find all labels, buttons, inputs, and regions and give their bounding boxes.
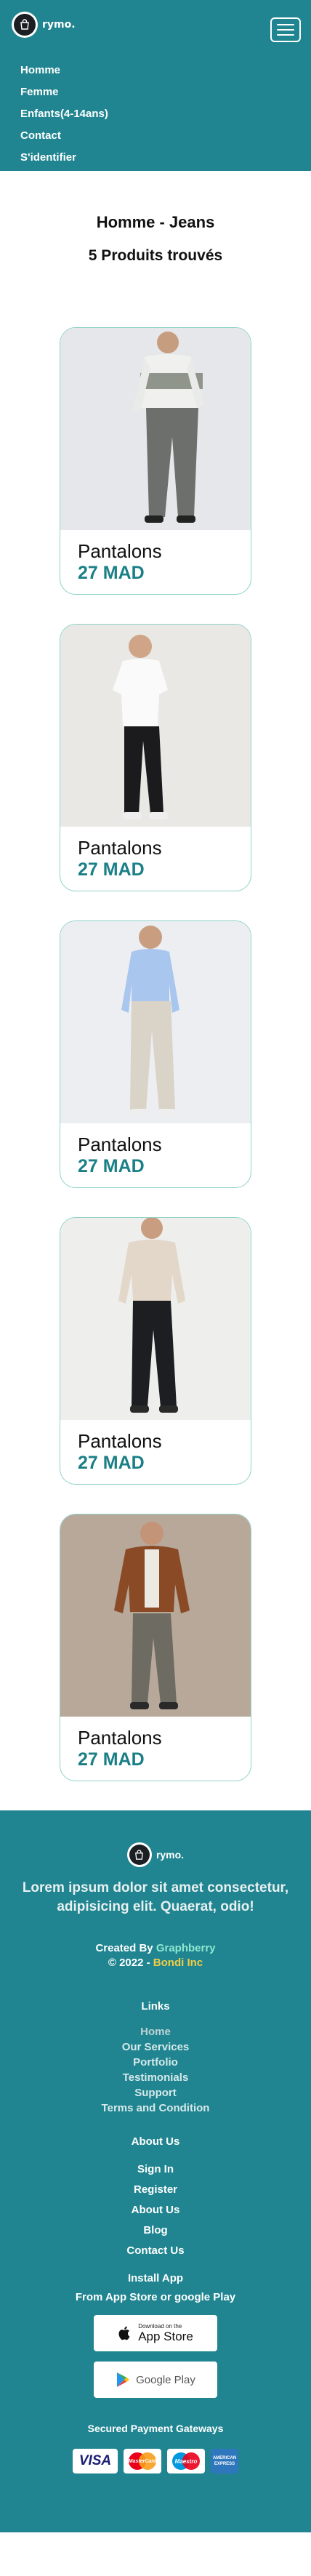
product-card[interactable]: Pantalons 27 MAD — [60, 1514, 251, 1781]
product-price: 27 MAD — [78, 1156, 145, 1176]
install-heading: Install App — [127, 2272, 184, 2284]
about-heading: About Us — [131, 2135, 180, 2148]
product-price: 27 MAD — [78, 859, 145, 880]
footer-link-contact[interactable]: Contact Us — [0, 2241, 311, 2261]
google-play-button[interactable]: Google Play — [94, 2362, 217, 2398]
product-price: 27 MAD — [78, 563, 145, 583]
footer-brand-name: rymo. — [156, 1849, 185, 1861]
google-play-label: Google Play — [136, 2373, 195, 2386]
product-name: Pantalons — [78, 837, 162, 859]
product-info: Pantalons 27 MAD — [60, 1717, 251, 1770]
app-store-button[interactable]: Download on the App Store — [94, 2315, 217, 2351]
payment-methods: VISA MasterCard Maestro AMERICAN EXPRESS — [0, 2449, 311, 2473]
app-store-small: Download on the — [138, 2323, 182, 2330]
product-info: Pantalons 27 MAD — [60, 1420, 251, 1474]
google-play-icon — [117, 2372, 130, 2387]
shopping-bag-icon — [126, 1842, 152, 1867]
product-card[interactable]: Pantalons 27 MAD — [60, 624, 251, 891]
copyright-label: © 2022 - — [108, 1957, 150, 1969]
footer-link-signin[interactable]: Sign In — [0, 2159, 311, 2180]
amex-label: AMERICAN EXPRESS — [212, 2456, 237, 2466]
amex-icon: AMERICAN EXPRESS — [211, 2449, 238, 2473]
shopping-bag-icon — [12, 12, 38, 38]
nav-link-enfants[interactable]: Enfants(4-14ans) — [20, 103, 108, 125]
footer-link-terms[interactable]: Terms and Condition — [0, 2100, 311, 2116]
site-footer: rymo. Lorem ipsum dolor sit amet consect… — [0, 1810, 311, 2532]
apple-icon — [118, 2326, 130, 2340]
product-listing: Homme - Jeans 5 Produits trouvés Pantalo… — [0, 171, 311, 1781]
brand-logo[interactable]: rymo. — [12, 12, 76, 38]
footer-description: Lorem ipsum dolor sit amet consectetur, … — [22, 1880, 289, 1914]
category-title: Homme - Jeans — [96, 213, 215, 231]
product-price: 27 MAD — [78, 1749, 145, 1770]
visa-icon: VISA — [73, 2449, 118, 2473]
nav-link-femme[interactable]: Femme — [20, 81, 108, 103]
app-store-label: App Store — [138, 2330, 193, 2343]
product-image — [60, 1514, 251, 1717]
hamburger-icon — [277, 24, 294, 25]
product-count: 5 Produits trouvés — [88, 247, 223, 264]
product-info: Pantalons 27 MAD — [60, 530, 251, 584]
nav-link-login[interactable]: S'identifier — [20, 147, 108, 169]
footer-link-register[interactable]: Register — [0, 2180, 311, 2200]
product-name: Pantalons — [78, 540, 162, 562]
product-grid: Pantalons 27 MAD Pantalons 27 MAD Pantal… — [0, 327, 311, 1781]
payment-heading: Secured Payment Gateways — [87, 2423, 224, 2434]
footer-brand-logo[interactable]: rymo. — [126, 1842, 185, 1867]
footer-link-portfolio[interactable]: Portfolio — [0, 2055, 311, 2070]
product-card[interactable]: Pantalons 27 MAD — [60, 327, 251, 595]
footer-link-about[interactable]: About Us — [0, 2200, 311, 2220]
product-info: Pantalons 27 MAD — [60, 1123, 251, 1177]
brand-name: rymo. — [42, 19, 76, 31]
nav-link-homme[interactable]: Homme — [20, 60, 108, 81]
product-image — [60, 625, 251, 827]
footer-link-blog[interactable]: Blog — [0, 2220, 311, 2241]
creator-link[interactable]: Graphberry — [156, 1942, 216, 1954]
footer-credits: Created By Graphberry © 2022 - Bondi Inc — [0, 1941, 311, 1970]
product-name: Pantalons — [78, 1430, 162, 1452]
nav-link-contact[interactable]: Contact — [20, 125, 108, 147]
app-store-text: Download on the App Store — [138, 2323, 193, 2343]
company-link[interactable]: Bondi Inc — [153, 1957, 203, 1969]
footer-links: Home Our Services Portfolio Testimonials… — [0, 2024, 311, 2116]
hamburger-icon-line — [277, 29, 294, 31]
product-card[interactable]: Pantalons 27 MAD — [60, 1217, 251, 1485]
product-name: Pantalons — [78, 1727, 162, 1749]
product-card[interactable]: Pantalons 27 MAD — [60, 920, 251, 1188]
product-image — [60, 1218, 251, 1420]
footer-link-services[interactable]: Our Services — [0, 2039, 311, 2055]
product-name: Pantalons — [78, 1133, 162, 1155]
product-info: Pantalons 27 MAD — [60, 827, 251, 880]
product-image — [60, 921, 251, 1123]
maestro-icon: Maestro — [167, 2449, 205, 2473]
product-price: 27 MAD — [78, 1453, 145, 1473]
hamburger-icon-line — [277, 34, 294, 36]
install-subtitle: From App Store or google Play — [75, 2291, 236, 2303]
mastercard-icon: MasterCard — [124, 2449, 161, 2473]
site-header: rymo. Homme Femme Enfants(4-14ans) Conta… — [0, 0, 311, 171]
footer-link-home[interactable]: Home — [0, 2024, 311, 2039]
visa-label: VISA — [78, 2453, 112, 2468]
product-image — [60, 328, 251, 530]
created-by-label: Created By — [95, 1942, 153, 1954]
footer-link-support[interactable]: Support — [0, 2085, 311, 2100]
menu-toggle-button[interactable] — [270, 17, 301, 42]
about-links: Sign In Register About Us Blog Contact U… — [0, 2159, 311, 2261]
main-nav: Homme Femme Enfants(4-14ans) Contact S'i… — [20, 60, 108, 169]
mastercard-label: MasterCard — [128, 2458, 157, 2464]
maestro-label: Maestro — [174, 2457, 198, 2465]
footer-link-testimonials[interactable]: Testimonials — [0, 2070, 311, 2085]
links-heading: Links — [141, 2000, 170, 2013]
